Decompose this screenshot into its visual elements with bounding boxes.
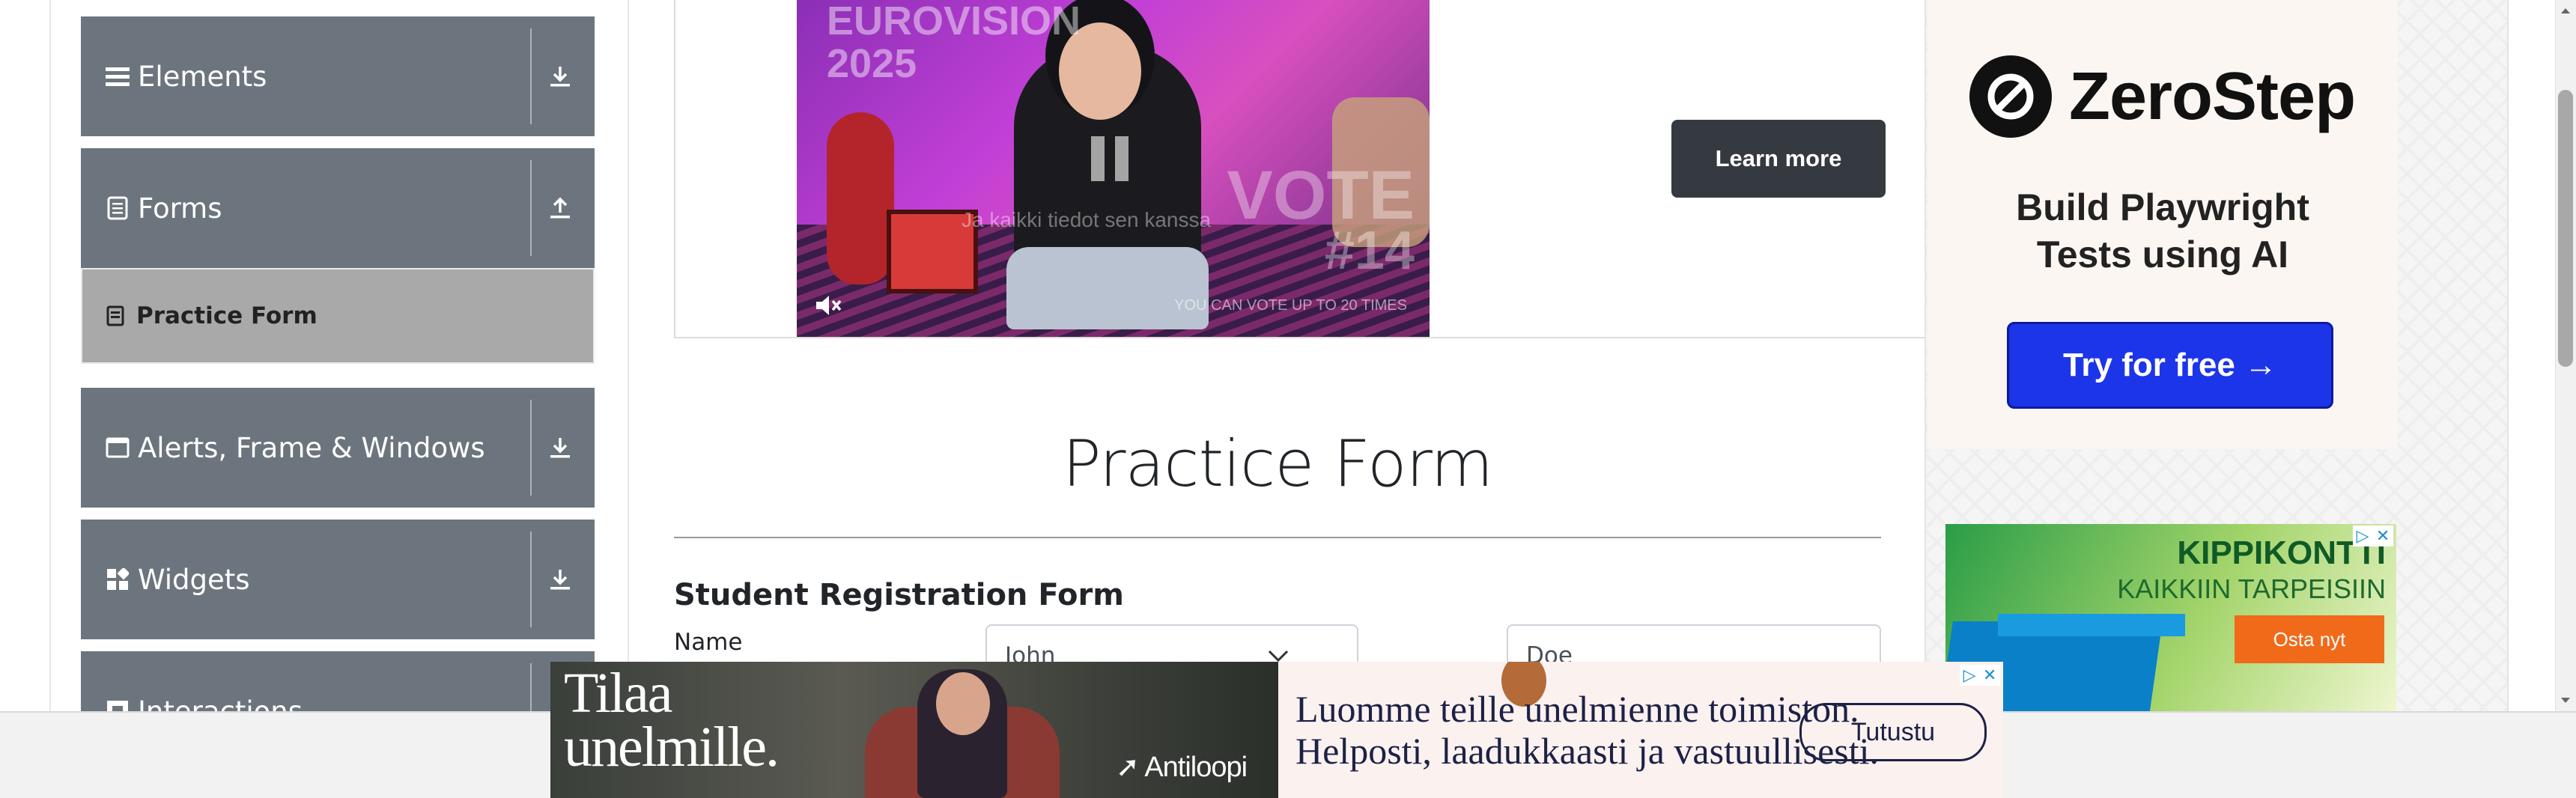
headline-line1: Tilaa bbox=[564, 662, 672, 725]
widgets-icon bbox=[105, 567, 130, 592]
form-icon bbox=[105, 305, 126, 326]
sidebar-group-label: Alerts, Frame & Windows bbox=[138, 431, 485, 464]
divider bbox=[530, 160, 532, 256]
sidebar-group-forms[interactable]: Forms bbox=[81, 148, 595, 268]
sidebar-group-label: Widgets bbox=[138, 563, 250, 596]
singer-legs bbox=[1006, 247, 1209, 329]
divider bbox=[530, 532, 532, 627]
divider bbox=[530, 400, 532, 496]
document-icon bbox=[105, 195, 130, 221]
try-for-free-button[interactable]: Try for free → bbox=[2007, 322, 2333, 409]
video-caption: Ja kaikki tiedot sen kanssa bbox=[962, 208, 1212, 231]
download-icon[interactable] bbox=[538, 520, 583, 639]
kippikontti-subtitle: KAIKKIIN TARPEISIIN bbox=[2117, 573, 2386, 604]
scroll-up-icon[interactable] bbox=[2555, 0, 2576, 21]
brand-line1: EUROVISION bbox=[827, 0, 1081, 43]
pause-icon[interactable] bbox=[1091, 136, 1128, 181]
sidebar-item-label: Practice Form bbox=[136, 302, 318, 329]
sidebar-group-label: Forms bbox=[138, 192, 222, 225]
sidebar-group-elements[interactable]: Elements bbox=[81, 16, 595, 136]
banner-text-line1: Luomme teille unelmienne toimiston. bbox=[1295, 688, 1859, 730]
tagline-line2: Tests using AI bbox=[2036, 233, 2289, 275]
title-divider bbox=[674, 537, 1881, 538]
woman-head bbox=[936, 672, 990, 735]
name-label: Name bbox=[674, 629, 743, 656]
download-icon[interactable] bbox=[538, 16, 583, 136]
container-rim bbox=[1998, 614, 2185, 636]
zerostep-tagline: Build Playwright Tests using AI bbox=[1928, 184, 2398, 278]
sidebar-group-label: Elements bbox=[138, 60, 267, 93]
ad-choices-icon[interactable]: ▷ ✕ bbox=[1960, 665, 2000, 686]
download-icon[interactable] bbox=[538, 388, 583, 508]
kippikontti-ad[interactable]: KIPPIKONTTI KAIKKIIN TARPEISIIN Osta nyt… bbox=[1945, 524, 2396, 711]
divider bbox=[530, 28, 532, 124]
hamburger-icon bbox=[105, 64, 130, 89]
tagline-line1: Build Playwright bbox=[2016, 186, 2309, 228]
window-icon bbox=[105, 435, 130, 460]
video-bottom-text: YOU CAN VOTE UP TO 20 TIMES bbox=[1174, 297, 1407, 314]
osta-nyt-button[interactable]: Osta nyt bbox=[2235, 615, 2384, 663]
video-brand: EUROVISION 2025 bbox=[827, 0, 1081, 85]
upload-icon[interactable] bbox=[538, 148, 583, 268]
antilooppi-logo: ➚ Antiloopi bbox=[1116, 752, 1248, 783]
scrollbar-thumb[interactable] bbox=[2558, 90, 2573, 367]
headline-line2: unelmille. bbox=[564, 716, 780, 779]
mute-icon[interactable] bbox=[812, 289, 845, 322]
zerostep-name: ZeroStep bbox=[2069, 59, 2356, 134]
banner-headline: Tilaa unelmille. bbox=[564, 662, 780, 779]
sidebar-group-alerts-frame-windows[interactable]: Alerts, Frame & Windows bbox=[81, 388, 595, 508]
video-ad[interactable]: EUROVISION 2025 VOTE #14 Ja kaikki tiedo… bbox=[797, 0, 1430, 337]
sidebar-group-widgets[interactable]: Widgets bbox=[81, 520, 595, 639]
ad-choices-icon[interactable]: ▷ ✕ bbox=[2353, 526, 2393, 546]
form-subtitle: Student Registration Form bbox=[674, 578, 1124, 612]
banner-text-line2: Helposti, laadukkaasti ja vastuullisesti… bbox=[1295, 730, 1880, 772]
tutustu-button[interactable]: Tutustu bbox=[1799, 703, 1987, 761]
guitar-image bbox=[827, 112, 894, 284]
zerostep-logo-icon bbox=[1969, 55, 2052, 138]
brand-name: Antiloopi bbox=[1144, 752, 1248, 783]
vote-overlay: VOTE #14 bbox=[1227, 157, 1415, 281]
vote-line2: #14 bbox=[1324, 220, 1415, 281]
sidebar-item-practice-form[interactable]: Practice Form bbox=[81, 268, 595, 364]
antilooppi-banner[interactable]: Tilaa unelmille. ➚ Antiloopi Luomme teil… bbox=[550, 662, 2003, 798]
page-title: Practice Form bbox=[1062, 427, 1493, 502]
brand-line2: 2025 bbox=[827, 40, 917, 86]
learn-more-button[interactable]: Learn more bbox=[1671, 120, 1886, 198]
scroll-down-icon[interactable] bbox=[2555, 690, 2576, 711]
vote-line1: VOTE bbox=[1227, 157, 1415, 234]
